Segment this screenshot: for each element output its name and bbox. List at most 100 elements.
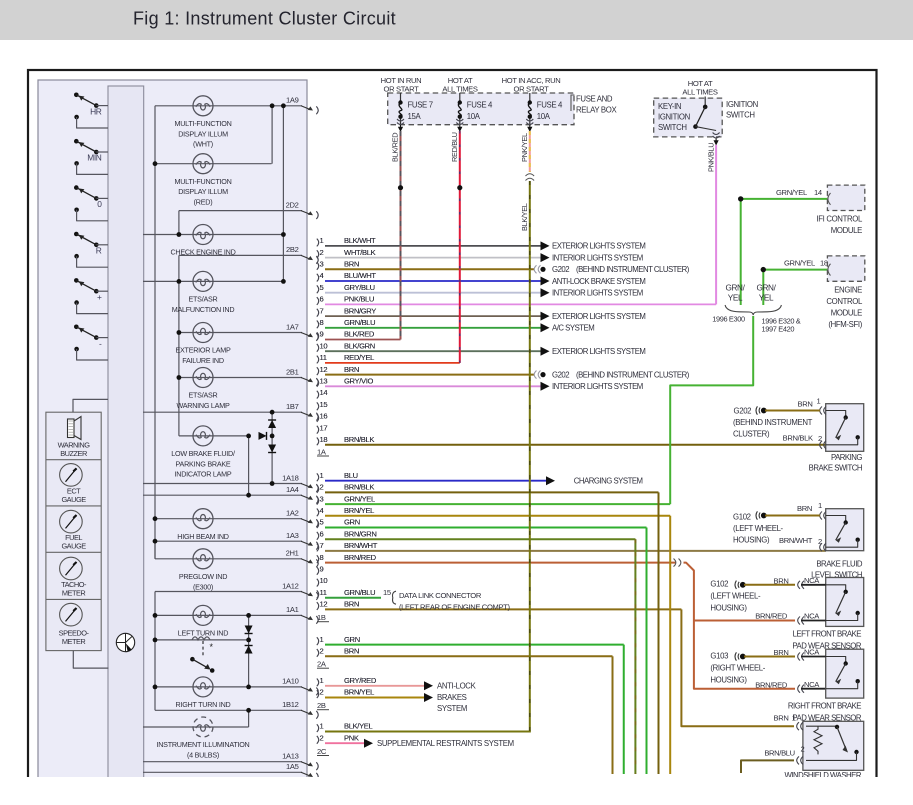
svg-text:RIGHT FRONT BRAKE: RIGHT FRONT BRAKE <box>788 702 861 711</box>
svg-text:ANTI-LOCK BRAKE SYSTEM: ANTI-LOCK BRAKE SYSTEM <box>552 277 645 286</box>
svg-text:IGNITION: IGNITION <box>658 113 690 122</box>
svg-text:BRN/RED: BRN/RED <box>755 612 788 621</box>
svg-text:12: 12 <box>320 365 328 374</box>
svg-text:OR START: OR START <box>384 85 420 94</box>
svg-text:ETS/ASR: ETS/ASR <box>188 391 217 400</box>
svg-text:6: 6 <box>320 295 324 304</box>
svg-text:18: 18 <box>820 259 828 268</box>
svg-text:OR START: OR START <box>514 85 550 94</box>
svg-text:ENGINE: ENGINE <box>834 286 862 295</box>
svg-text:INTERIOR LIGHTS SYSTEM: INTERIOR LIGHTS SYSTEM <box>552 289 643 298</box>
svg-text:BRN: BRN <box>774 648 789 657</box>
svg-text:FAILURE IND: FAILURE IND <box>182 356 224 365</box>
svg-text:GRN: GRN <box>344 518 360 527</box>
svg-text:PNK/BLU: PNK/BLU <box>344 295 374 304</box>
svg-text:DISPLAY ILLUM: DISPLAY ILLUM <box>178 129 228 138</box>
svg-text:1A12: 1A12 <box>282 581 298 590</box>
svg-text:LEFT TURN IND: LEFT TURN IND <box>178 629 228 638</box>
svg-text:FUSE 4: FUSE 4 <box>537 101 563 110</box>
svg-text:IFI CONTROL: IFI CONTROL <box>816 215 863 224</box>
svg-text:16: 16 <box>320 412 328 421</box>
svg-text:1A7: 1A7 <box>286 322 299 331</box>
svg-text:GAUGE: GAUGE <box>61 495 86 504</box>
svg-text:+: + <box>97 292 102 302</box>
svg-text:INTERIOR LIGHTS SYSTEM: INTERIOR LIGHTS SYSTEM <box>552 382 643 391</box>
svg-text:ALL TIMES: ALL TIMES <box>682 88 718 97</box>
svg-text:FUSE AND: FUSE AND <box>576 95 613 104</box>
svg-text:2B1: 2B1 <box>286 367 299 376</box>
svg-text:BRN/BLK: BRN/BLK <box>783 434 813 443</box>
svg-text:HOUSING): HOUSING) <box>710 604 747 613</box>
svg-text:BRN/RED: BRN/RED <box>344 553 377 562</box>
svg-text:10A: 10A <box>537 112 551 121</box>
svg-text:1A2: 1A2 <box>286 509 299 518</box>
svg-text:BRN: BRN <box>344 600 359 609</box>
svg-text:(BEHIND INSTRUMENT CLUSTER): (BEHIND INSTRUMENT CLUSTER) <box>576 370 690 379</box>
svg-text:BLK/RED: BLK/RED <box>391 133 400 162</box>
svg-text:HIGH BEAM IND: HIGH BEAM IND <box>177 532 229 541</box>
svg-text:BLK/YEL: BLK/YEL <box>520 203 529 231</box>
svg-text:9: 9 <box>320 565 324 574</box>
svg-text:1A10: 1A10 <box>282 677 298 686</box>
svg-text:MODULE: MODULE <box>831 226 862 235</box>
svg-text:1A: 1A <box>317 447 327 456</box>
svg-text:2: 2 <box>320 733 324 742</box>
svg-text:1: 1 <box>320 722 324 731</box>
svg-text:BLK/YEL: BLK/YEL <box>344 722 372 731</box>
svg-text:RED/YEL: RED/YEL <box>344 353 374 362</box>
svg-text:BRN: BRN <box>344 365 359 374</box>
svg-text:CONTROL: CONTROL <box>826 297 863 306</box>
svg-text:PREGLOW IND: PREGLOW IND <box>179 572 227 581</box>
svg-text:BRN: BRN <box>798 399 813 408</box>
svg-text:NCA: NCA <box>804 648 820 657</box>
svg-text:SUPPLEMENTAL RESTRAINTS SYSTEM: SUPPLEMENTAL RESTRAINTS SYSTEM <box>377 739 514 748</box>
svg-text:2A: 2A <box>317 660 327 669</box>
svg-text:MULTI-FUNCTION: MULTI-FUNCTION <box>174 177 231 186</box>
svg-text:HOUSING): HOUSING) <box>733 536 770 545</box>
svg-text:MODULE: MODULE <box>831 309 862 318</box>
svg-text:BLK/GRN: BLK/GRN <box>344 341 375 350</box>
svg-text:1: 1 <box>817 396 821 405</box>
svg-text:BRN: BRN <box>774 714 789 723</box>
svg-text:GRY/RED: GRY/RED <box>344 676 377 685</box>
svg-text:5: 5 <box>320 518 324 527</box>
svg-text:GRN/BLU: GRN/BLU <box>344 318 375 327</box>
svg-text:PNK/YEL: PNK/YEL <box>520 133 529 162</box>
svg-text:GRN/: GRN/ <box>756 284 776 293</box>
svg-text:BRAKE FLUID: BRAKE FLUID <box>816 560 862 569</box>
svg-text:BRAKES: BRAKES <box>437 693 467 702</box>
svg-text:1: 1 <box>818 501 822 510</box>
svg-text:GRN/: GRN/ <box>725 284 745 293</box>
svg-text:NCA: NCA <box>804 576 820 585</box>
svg-text:METER: METER <box>62 637 86 646</box>
svg-text:15: 15 <box>320 400 328 409</box>
svg-text:8: 8 <box>320 553 324 562</box>
svg-text:2C: 2C <box>317 747 327 756</box>
svg-text:BRAKE SWITCH: BRAKE SWITCH <box>809 464 862 473</box>
svg-text:10: 10 <box>320 576 328 585</box>
svg-text:METER: METER <box>62 588 86 597</box>
svg-text:BRN/YEL: BRN/YEL <box>344 688 374 697</box>
svg-text:G202: G202 <box>552 265 569 274</box>
svg-text:1A1: 1A1 <box>286 605 299 614</box>
svg-text:NCA: NCA <box>804 680 820 689</box>
svg-text:1A9: 1A9 <box>286 96 299 105</box>
svg-text:RELAY BOX: RELAY BOX <box>576 106 617 115</box>
svg-text:1A13: 1A13 <box>282 752 298 761</box>
svg-text:2: 2 <box>801 745 805 754</box>
svg-text:ANTI-LOCK: ANTI-LOCK <box>437 682 477 691</box>
svg-text:BLK/RED: BLK/RED <box>344 330 375 339</box>
svg-text:G202: G202 <box>552 370 569 379</box>
svg-text:BRN: BRN <box>774 577 789 586</box>
svg-text:2: 2 <box>320 248 324 257</box>
svg-text:2: 2 <box>818 434 822 443</box>
svg-text:1996 E300: 1996 E300 <box>712 314 745 323</box>
svg-text:8: 8 <box>320 318 324 327</box>
svg-text:MALFUNCTION IND: MALFUNCTION IND <box>172 305 235 314</box>
svg-text:PNK: PNK <box>344 733 359 742</box>
svg-text:RED/BLU: RED/BLU <box>450 132 459 162</box>
svg-text:BRN/WHT: BRN/WHT <box>344 541 378 550</box>
svg-text:1B: 1B <box>317 613 326 622</box>
svg-text:RIGHT TURN IND: RIGHT TURN IND <box>176 700 231 709</box>
svg-text:7: 7 <box>320 541 324 550</box>
